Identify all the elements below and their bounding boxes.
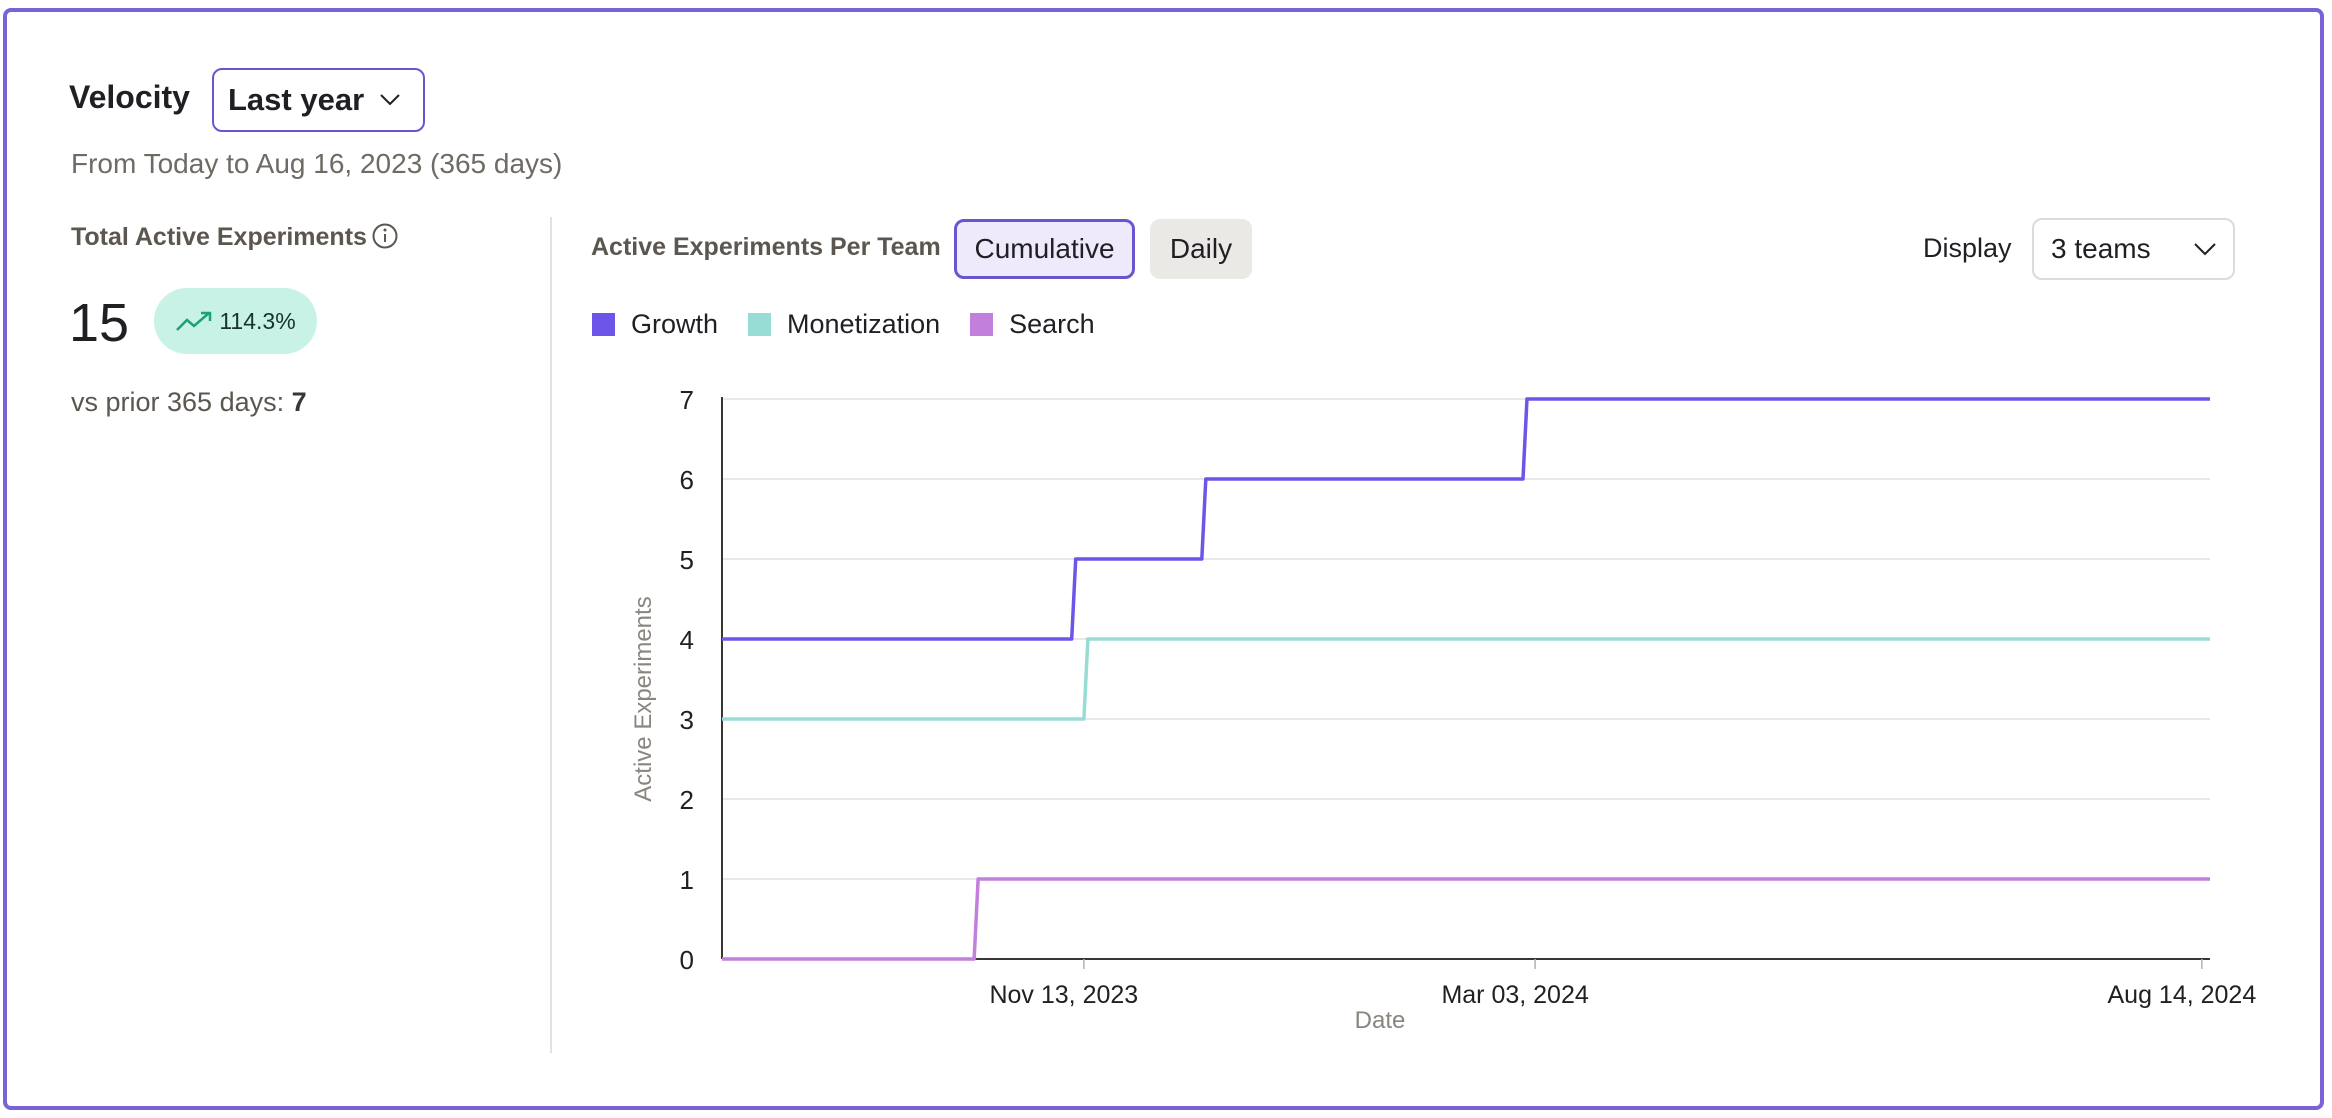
x-axis-title: Date [1355, 1007, 1406, 1034]
series-line-search [722, 877, 2210, 961]
active-experiments-chart: 0 1 2 3 4 5 6 7 Nov 13, 2023 Mar 03, 2024 Aug 14, … [630, 385, 2256, 1034]
y-tick-label: 4 [680, 625, 694, 655]
y-tick-label: 5 [680, 545, 694, 575]
series-line-growth [722, 397, 2210, 641]
y-tick-label: 6 [680, 465, 694, 495]
y-tick-label: 3 [680, 705, 694, 735]
y-tick-label: 0 [680, 945, 694, 975]
x-tick-label: Nov 13, 2023 [989, 981, 1138, 1009]
y-tick-label: 2 [680, 785, 694, 815]
y-tick-label: 1 [680, 865, 694, 895]
x-tick-label: Mar 03, 2024 [1441, 981, 1588, 1009]
series-line-monetization [722, 637, 2210, 721]
y-axis-title: Active Experiments [630, 596, 657, 801]
y-tick-label: 7 [680, 385, 694, 415]
x-tick-label: Aug 14, 2024 [2107, 981, 2256, 1009]
